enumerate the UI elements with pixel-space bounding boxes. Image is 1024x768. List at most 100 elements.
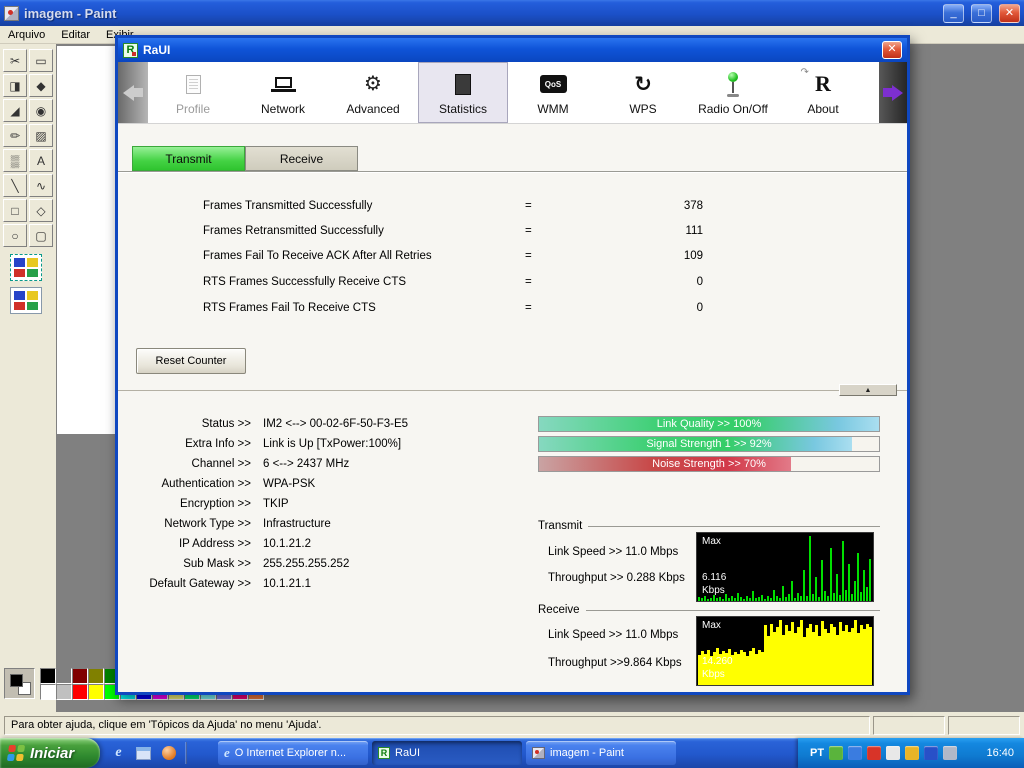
toolbar-statistics[interactable]: Statistics <box>418 62 508 123</box>
info-label: Status >> <box>118 418 263 438</box>
paint-tool-button[interactable]: ╲ <box>3 174 27 197</box>
raui-toolbar: Profile Network ⚙ Advanced Statistic <box>118 62 907 124</box>
paint-tool-button[interactable]: ◢ <box>3 99 27 122</box>
toolbar-scroll-left-button[interactable] <box>118 62 148 123</box>
stat-equals: = <box>525 200 532 212</box>
taskbar-clock[interactable]: 16:40 <box>986 747 1014 759</box>
color-swatch[interactable] <box>72 684 88 700</box>
info-label: Network Type >> <box>118 518 263 538</box>
stat-value: 378 <box>608 200 703 212</box>
tab-receive[interactable]: Receive <box>245 146 358 171</box>
toolbar-wps[interactable]: ↻ WPS <box>598 62 688 123</box>
toolbar-wmm[interactable]: QoS WMM <box>508 62 598 123</box>
taskbar-button-paint[interactable]: imagem - Paint <box>526 741 676 765</box>
info-row: Sub Mask >>255.255.255.252 <box>118 558 538 578</box>
menu-editar[interactable]: Editar <box>53 27 98 43</box>
chart-bar <box>788 594 790 601</box>
paint-tool-button[interactable]: ◨ <box>3 74 27 97</box>
taskbar-divider <box>185 742 187 764</box>
paint-tool-button[interactable]: ○ <box>3 224 27 247</box>
raui-titlebar[interactable]: R RaUI ✕ <box>118 38 907 62</box>
stat-value: 111 <box>608 225 703 237</box>
chart-bar <box>731 596 733 601</box>
taskbar-button-internet-explorer[interactable]: e O Internet Explorer n... <box>218 741 368 765</box>
toolbar-profile[interactable]: Profile <box>148 62 238 123</box>
internet-explorer-icon[interactable]: e <box>110 745 127 762</box>
stat-value: 0 <box>608 302 703 314</box>
info-row: Network Type >>Infrastructure <box>118 518 538 538</box>
toolbar-network-label: Network <box>261 102 305 116</box>
tray-icon[interactable] <box>848 746 862 760</box>
chart-bar <box>809 536 811 601</box>
toolbar-about[interactable]: R ↷ About <box>778 62 868 123</box>
toolbar-advanced-label: Advanced <box>346 102 399 116</box>
color-swatch[interactable] <box>56 668 72 684</box>
color-swatch[interactable] <box>40 668 56 684</box>
chart-bar <box>827 596 829 601</box>
paint-tool-button[interactable]: ▒ <box>3 149 27 172</box>
clipart-object[interactable] <box>10 287 42 314</box>
paint-tools-grid: ✂▭◨◆◢◉✏▨▒A╲∿□◇○▢ <box>2 48 54 248</box>
info-value: IM2 <--> 00-02-6F-50-F3-E5 <box>263 418 408 438</box>
clipart-fragment <box>14 291 25 300</box>
taskbar-button-raui[interactable]: R RaUI <box>372 741 522 765</box>
start-button[interactable]: Iniciar <box>0 738 100 768</box>
clipart-fragment <box>27 302 38 311</box>
paint-tool-button[interactable]: ◉ <box>29 99 53 122</box>
current-colors-indicator <box>4 668 35 699</box>
paint-tool-button[interactable]: ▢ <box>29 224 53 247</box>
paint-tool-button[interactable]: ▨ <box>29 124 53 147</box>
paint-tool-button[interactable]: A <box>29 149 53 172</box>
chart-bar <box>806 596 808 601</box>
language-indicator[interactable]: PT <box>810 747 824 759</box>
toolbar-advanced[interactable]: ⚙ Advanced <box>328 62 418 123</box>
reset-counter-button[interactable]: Reset Counter <box>136 348 246 374</box>
close-button[interactable]: ✕ <box>999 4 1020 23</box>
link-quality-bar: Link Quality >> 100% <box>538 416 880 432</box>
chart-bar <box>728 598 730 601</box>
tray-icon[interactable] <box>905 746 919 760</box>
tray-icon[interactable] <box>867 746 881 760</box>
wps-refresh-icon: ↻ <box>634 69 652 99</box>
maximize-button[interactable]: □ <box>971 4 992 23</box>
chart-bar <box>848 564 850 601</box>
media-player-icon[interactable] <box>160 745 177 762</box>
stat-label: Frames Retransmitted Successfully <box>203 225 384 237</box>
paint-tool-button[interactable]: ◇ <box>29 199 53 222</box>
raui-close-button[interactable]: ✕ <box>882 41 902 59</box>
paint-tool-button[interactable]: ▭ <box>29 49 53 72</box>
info-label: Channel >> <box>118 458 263 478</box>
minimize-button[interactable]: _ <box>943 4 964 23</box>
paint-tool-button[interactable]: ∿ <box>29 174 53 197</box>
paint-tool-button[interactable]: □ <box>3 199 27 222</box>
quick-launch-bar: e <box>104 738 193 768</box>
paint-tool-button[interactable]: ✂ <box>3 49 27 72</box>
tray-icon[interactable] <box>886 746 900 760</box>
tray-icon[interactable] <box>829 746 843 760</box>
paint-titlebar[interactable]: imagem - Paint _ □ ✕ <box>0 0 1024 26</box>
chart-bar <box>779 598 781 601</box>
show-desktop-icon[interactable] <box>135 745 152 762</box>
toolbar-radio-on-off[interactable]: Radio On/Off <box>688 62 778 123</box>
noise-strength-label: Noise Strength >> 70% <box>539 458 879 470</box>
receive-max-unit: Kbps <box>702 669 725 680</box>
toolbar-scroll-right-button[interactable] <box>879 62 907 123</box>
color-swatch[interactable] <box>56 684 72 700</box>
paint-tool-button[interactable]: ◆ <box>29 74 53 97</box>
color-swatch[interactable] <box>40 684 56 700</box>
info-value: 10.1.21.1 <box>263 578 311 598</box>
clipart-object-selected[interactable] <box>10 254 42 281</box>
tray-icon[interactable] <box>943 746 957 760</box>
info-value: 255.255.255.252 <box>263 558 349 578</box>
tray-icon[interactable] <box>924 746 938 760</box>
collapse-panel-button[interactable]: ▲ <box>839 384 897 396</box>
color-swatch[interactable] <box>72 668 88 684</box>
calculator-icon <box>455 69 471 99</box>
color-swatch[interactable] <box>88 668 104 684</box>
paint-tool-button[interactable]: ✏ <box>3 124 27 147</box>
menu-arquivo[interactable]: Arquivo <box>0 27 53 43</box>
toolbar-network[interactable]: Network <box>238 62 328 123</box>
info-value: Link is Up [TxPower:100%] <box>263 438 401 458</box>
color-swatch[interactable] <box>88 684 104 700</box>
tab-transmit[interactable]: Transmit <box>132 146 245 171</box>
